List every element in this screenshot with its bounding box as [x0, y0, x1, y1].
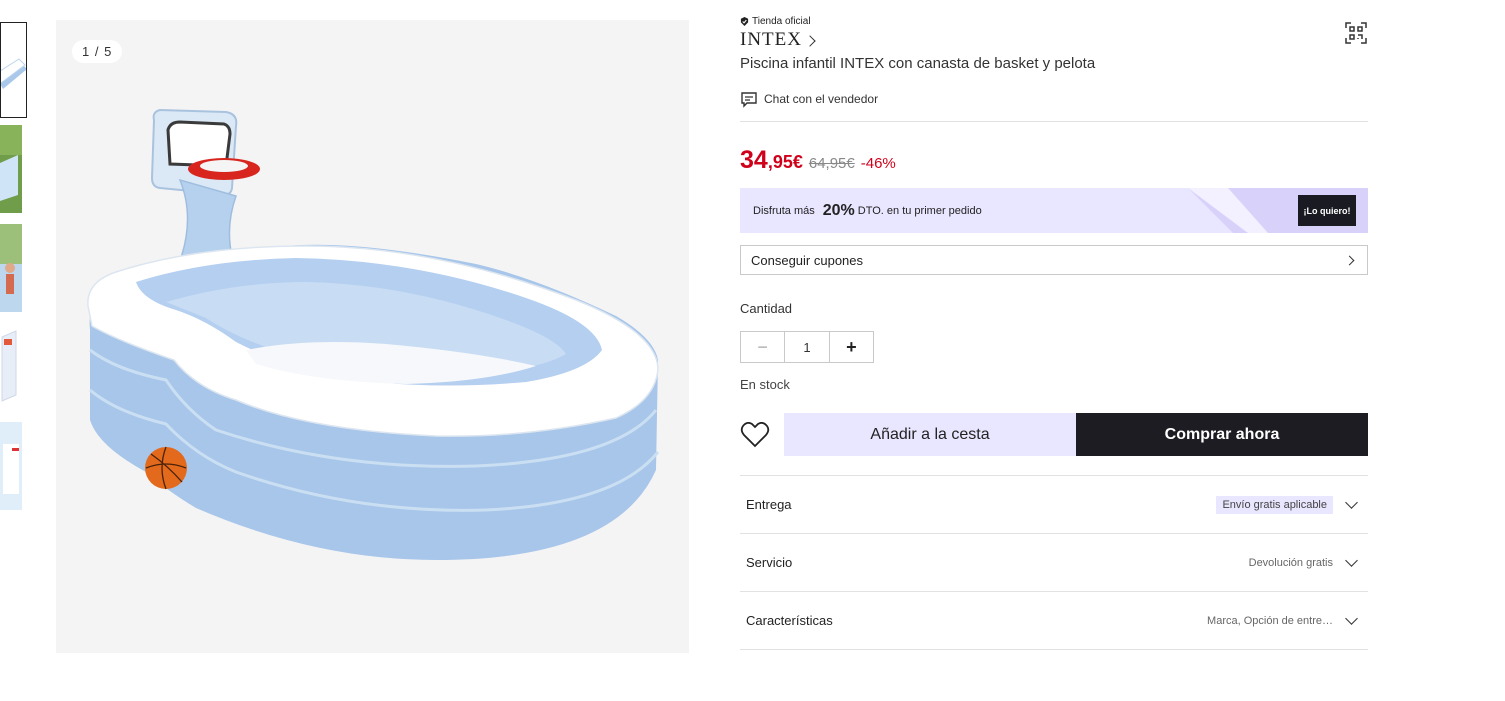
accordion-delivery[interactable]: Entrega Envío gratis aplicable: [740, 476, 1368, 534]
coupons-label: Conseguir cupones: [751, 252, 864, 268]
accordion-value: Marca, Opción de entre…: [1207, 614, 1333, 627]
price-integer: 34: [740, 146, 768, 174]
thumbnail-5[interactable]: [0, 422, 22, 510]
accordion-service[interactable]: Servicio Devolución gratis: [740, 534, 1368, 592]
thumbnail-2[interactable]: [0, 125, 22, 213]
promo-text-before: Disfruta más: [753, 204, 815, 217]
brand-link[interactable]: INTEX: [740, 29, 1368, 51]
thumbnail-1[interactable]: [0, 22, 27, 118]
purchase-actions: Añadir a la cesta Comprar ahora: [740, 413, 1368, 456]
verified-icon: [740, 16, 749, 26]
chat-icon: [741, 91, 757, 108]
thumbnail-4[interactable]: [0, 323, 22, 411]
old-price: 64,95€: [808, 155, 855, 172]
product-info-panel: Tienda oficial INTEX Piscina infantil IN…: [740, 14, 1368, 650]
thumbnail-3[interactable]: [0, 224, 22, 312]
brand-name[interactable]: INTEX: [740, 29, 802, 51]
qr-code-icon[interactable]: [1344, 21, 1368, 45]
accordion-features[interactable]: Características Marca, Opción de entre…: [740, 592, 1368, 650]
chevron-down-icon: [1345, 495, 1358, 509]
claim-promo-button[interactable]: ¡Lo quiero!: [1298, 195, 1356, 226]
product-title: Piscina infantil INTEX con canasta de ba…: [740, 55, 1096, 72]
accordion-value: Devolución gratis: [1248, 556, 1333, 569]
accordion-title: Características: [746, 613, 833, 628]
pool-illustration: [87, 108, 660, 561]
promo-percent: 20%: [822, 201, 855, 219]
chevron-down-icon: [1345, 611, 1358, 625]
main-product-image[interactable]: 1 / 5: [56, 20, 689, 653]
accordion-title: Servicio: [746, 555, 793, 570]
quantity-stepper: − 1 +: [740, 331, 874, 363]
quantity-input[interactable]: 1: [784, 332, 830, 362]
get-coupons-button[interactable]: Conseguir cupones: [740, 245, 1368, 275]
decrease-quantity-button[interactable]: −: [741, 332, 784, 362]
chat-seller-button[interactable]: Chat con el vendedor: [740, 89, 1368, 109]
quantity-label: Cantidad: [740, 301, 793, 316]
official-store-tag: Tienda oficial: [740, 14, 1368, 28]
discount-badge: -46%: [860, 155, 896, 172]
chat-label: Chat con el vendedor: [764, 92, 879, 106]
divider: [740, 121, 1368, 122]
buy-now-button[interactable]: Comprar ahora: [1076, 413, 1368, 456]
current-price: 34,95€: [740, 146, 803, 175]
add-to-cart-button[interactable]: Añadir a la cesta: [784, 413, 1076, 456]
chevron-down-icon: [1345, 553, 1358, 567]
promo-banner: Disfruta más 20% DTO. en tu primer pedid…: [740, 188, 1368, 233]
price-row: 34,95€ 64,95€ -46%: [740, 146, 1368, 176]
increase-quantity-button[interactable]: +: [830, 332, 873, 362]
stock-status: En stock: [740, 377, 790, 392]
wishlist-heart-icon[interactable]: [740, 413, 784, 456]
accordion-title: Entrega: [746, 497, 792, 512]
free-shipping-badge: Envío gratis aplicable: [1216, 495, 1333, 514]
store-tag-label: Tienda oficial: [752, 15, 811, 27]
chevron-right-icon: [804, 34, 816, 47]
chevron-right-icon: [1344, 255, 1355, 265]
price-decimals: ,95€: [767, 152, 803, 172]
promo-text-after: DTO. en tu primer pedido: [857, 204, 982, 217]
